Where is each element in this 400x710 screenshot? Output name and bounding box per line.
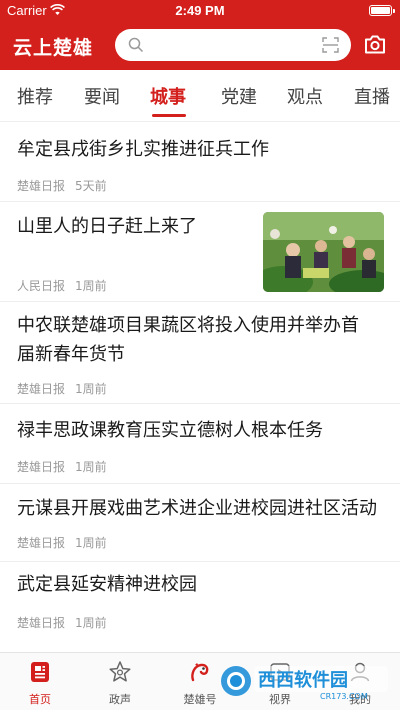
tab-recommend[interactable]: 推荐 [17,83,53,109]
star-icon [108,660,132,684]
news-meta: 楚雄日报 1周前 [17,458,107,475]
tab-live[interactable]: 直播 [354,83,390,109]
news-title: 禄丰思政课教育压实立德树人根本任务 [17,420,323,441]
battery-icon [369,5,395,16]
header-bar: Carrier 2:49 PM 云上楚雄 [0,0,400,70]
news-time: 1周前 [75,536,107,550]
news-item[interactable]: 禄丰思政课教育压实立德树人根本任务 楚雄日报 1周前 [0,404,400,484]
news-time: 1周前 [75,279,107,293]
news-meta: 人民日报 1周前 [17,277,107,294]
news-title-continued: 届新春年货节 [17,344,125,365]
app-logo: 云上楚雄 [13,37,94,59]
scan-icon[interactable] [322,37,339,57]
status-bar: Carrier 2:49 PM [0,0,400,22]
news-title: 中农联楚雄项目果蔬区将投入使用并举办首 [17,315,359,336]
news-item[interactable]: 山里人的日子赶上来了 人民日报 1周前 [0,202,400,302]
news-source: 楚雄日报 [17,616,66,630]
news-source: 楚雄日报 [17,382,66,396]
news-item[interactable]: 牟定县戌街乡扎实推进征兵工作 楚雄日报 5天前 [0,122,400,202]
news-item[interactable]: 元谋县开展戏曲艺术进企业进校园进社区活动 楚雄日报 1周前 [0,484,400,562]
news-icon [28,660,52,684]
news-title: 牟定县戌街乡扎实推进征兵工作 [17,139,269,160]
news-title: 元谋县开展戏曲艺术进企业进校园进社区活动 [17,498,377,519]
svg-text:西西软件园: 西西软件园 [258,669,348,691]
news-time: 1周前 [75,382,107,396]
news-item[interactable]: 中农联楚雄项目果蔬区将投入使用并举办首 届新春年货节 楚雄日报 1周前 [0,302,400,404]
tab-headlines[interactable]: 要闻 [84,83,120,109]
clock: 2:49 PM [175,3,225,18]
news-thumbnail [263,212,384,292]
news-meta: 楚雄日报 1周前 [17,380,107,397]
news-time: 5天前 [75,179,107,193]
search-icon [128,37,144,57]
news-source: 楚雄日报 [17,536,66,550]
search-input[interactable] [115,29,351,61]
tab-city[interactable]: 城事 [150,83,186,109]
svg-text:CR173.COM: CR173.COM [320,692,368,701]
news-source: 人民日报 [17,279,66,293]
news-meta: 楚雄日报 5天前 [17,177,107,194]
news-time: 1周前 [75,616,107,630]
nav-policy[interactable]: 政声 [80,653,160,710]
nav-home[interactable]: 首页 [0,653,80,710]
news-meta: 楚雄日报 1周前 [17,534,107,551]
watermark-logo: 西西软件园 CR173.COM [220,660,390,702]
news-time: 1周前 [75,460,107,474]
active-tab-indicator [152,114,186,117]
news-source: 楚雄日报 [17,179,66,193]
category-tabs: 推荐 要闻 城事 党建 观点 直播 [0,70,400,122]
camera-icon[interactable] [364,35,386,58]
mascot-icon [188,660,212,684]
news-item[interactable]: 武定县延安精神进校园 楚雄日报 1周前 [0,562,400,652]
news-meta: 楚雄日报 1周前 [17,614,107,631]
news-title: 武定县延安精神进校园 [17,574,197,595]
nav-home-label: 首页 [29,693,51,706]
nav-policy-label: 政声 [109,693,131,706]
news-source: 楚雄日报 [17,460,66,474]
news-title: 山里人的日子赶上来了 [17,216,197,237]
tab-party[interactable]: 党建 [221,83,257,109]
tab-opinion[interactable]: 观点 [287,83,323,109]
